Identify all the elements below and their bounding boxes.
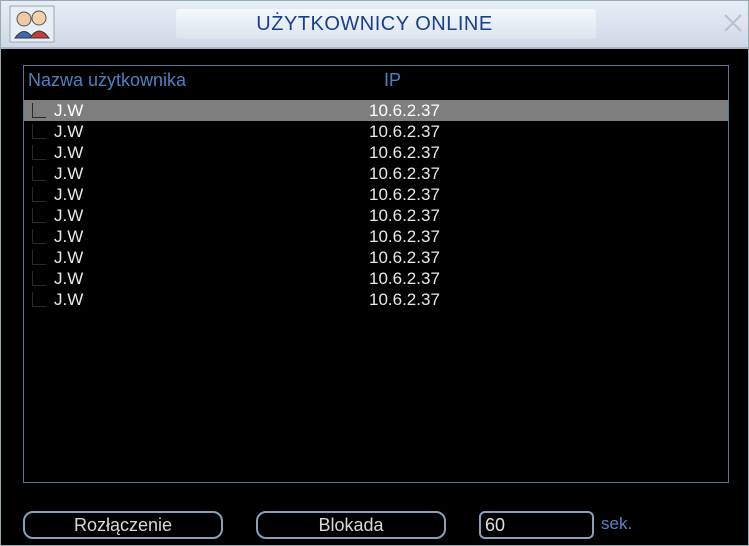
row-ip: 10.6.2.37 bbox=[369, 227, 440, 246]
online-users-list[interactable]: Nazwa użytkownika IP J.W 10.6.2.37 J.W 1… bbox=[23, 65, 729, 483]
row-checkbox[interactable] bbox=[32, 271, 46, 286]
row-ip: 10.6.2.37 bbox=[369, 206, 440, 225]
table-row[interactable]: J.W 10.6.2.37 bbox=[24, 142, 728, 163]
row-ip: 10.6.2.37 bbox=[369, 122, 440, 141]
duration-unit-label: sek. bbox=[601, 514, 633, 533]
title-bar: UŻYTKOWNICY ONLINE bbox=[1, 1, 748, 49]
row-username: J.W bbox=[54, 227, 84, 246]
row-username: J.W bbox=[54, 143, 84, 162]
row-checkbox[interactable] bbox=[32, 292, 46, 307]
row-checkbox[interactable] bbox=[32, 229, 46, 244]
row-ip: 10.6.2.37 bbox=[369, 101, 440, 120]
table-row[interactable]: J.W 10.6.2.37 bbox=[24, 205, 728, 226]
table-row[interactable]: J.W 10.6.2.37 bbox=[24, 226, 728, 247]
row-username: J.W bbox=[54, 290, 84, 309]
row-checkbox[interactable] bbox=[32, 250, 46, 265]
table-row[interactable]: J.W 10.6.2.37 bbox=[24, 121, 728, 142]
block-button[interactable]: Blokada bbox=[256, 511, 446, 539]
row-username: J.W bbox=[54, 185, 84, 204]
column-header-username[interactable]: Nazwa użytkownika bbox=[28, 70, 186, 91]
row-ip: 10.6.2.37 bbox=[369, 248, 440, 267]
row-username: J.W bbox=[54, 248, 84, 267]
disconnect-button[interactable]: Rozłączenie bbox=[23, 511, 223, 539]
dialog-title: UŻYTKOWNICY ONLINE bbox=[256, 13, 493, 35]
row-ip: 10.6.2.37 bbox=[369, 143, 440, 162]
row-username: J.W bbox=[54, 269, 84, 288]
table-row[interactable]: J.W 10.6.2.37 bbox=[24, 247, 728, 268]
table-row[interactable]: J.W 10.6.2.37 bbox=[24, 184, 728, 205]
row-checkbox[interactable] bbox=[32, 166, 46, 181]
close-icon[interactable] bbox=[721, 11, 745, 35]
row-checkbox[interactable] bbox=[32, 124, 46, 139]
row-ip: 10.6.2.37 bbox=[369, 164, 440, 183]
column-header-ip[interactable]: IP bbox=[384, 70, 401, 91]
table-row[interactable]: J.W 10.6.2.37 bbox=[24, 163, 728, 184]
row-checkbox[interactable] bbox=[32, 208, 46, 223]
row-ip: 10.6.2.37 bbox=[369, 185, 440, 204]
table-row[interactable]: J.W 10.6.2.37 bbox=[24, 268, 728, 289]
row-username: J.W bbox=[54, 206, 84, 225]
row-username: J.W bbox=[54, 122, 84, 141]
row-username: J.W bbox=[54, 101, 84, 120]
table-row[interactable]: J.W 10.6.2.37 bbox=[24, 289, 728, 310]
row-username: J.W bbox=[54, 164, 84, 183]
online-users-dialog: UŻYTKOWNICY ONLINE Nazwa użytkownika IP … bbox=[0, 0, 749, 546]
row-ip: 10.6.2.37 bbox=[369, 269, 440, 288]
row-checkbox[interactable] bbox=[32, 145, 46, 160]
table-row[interactable]: J.W 10.6.2.37 bbox=[24, 100, 728, 121]
user-rows: J.W 10.6.2.37 J.W 10.6.2.37 J.W 10.6.2.3… bbox=[24, 100, 728, 310]
row-checkbox[interactable] bbox=[32, 187, 46, 202]
block-duration-input[interactable]: 60 bbox=[479, 511, 594, 539]
row-ip: 10.6.2.37 bbox=[369, 290, 440, 309]
row-checkbox[interactable] bbox=[32, 103, 46, 118]
